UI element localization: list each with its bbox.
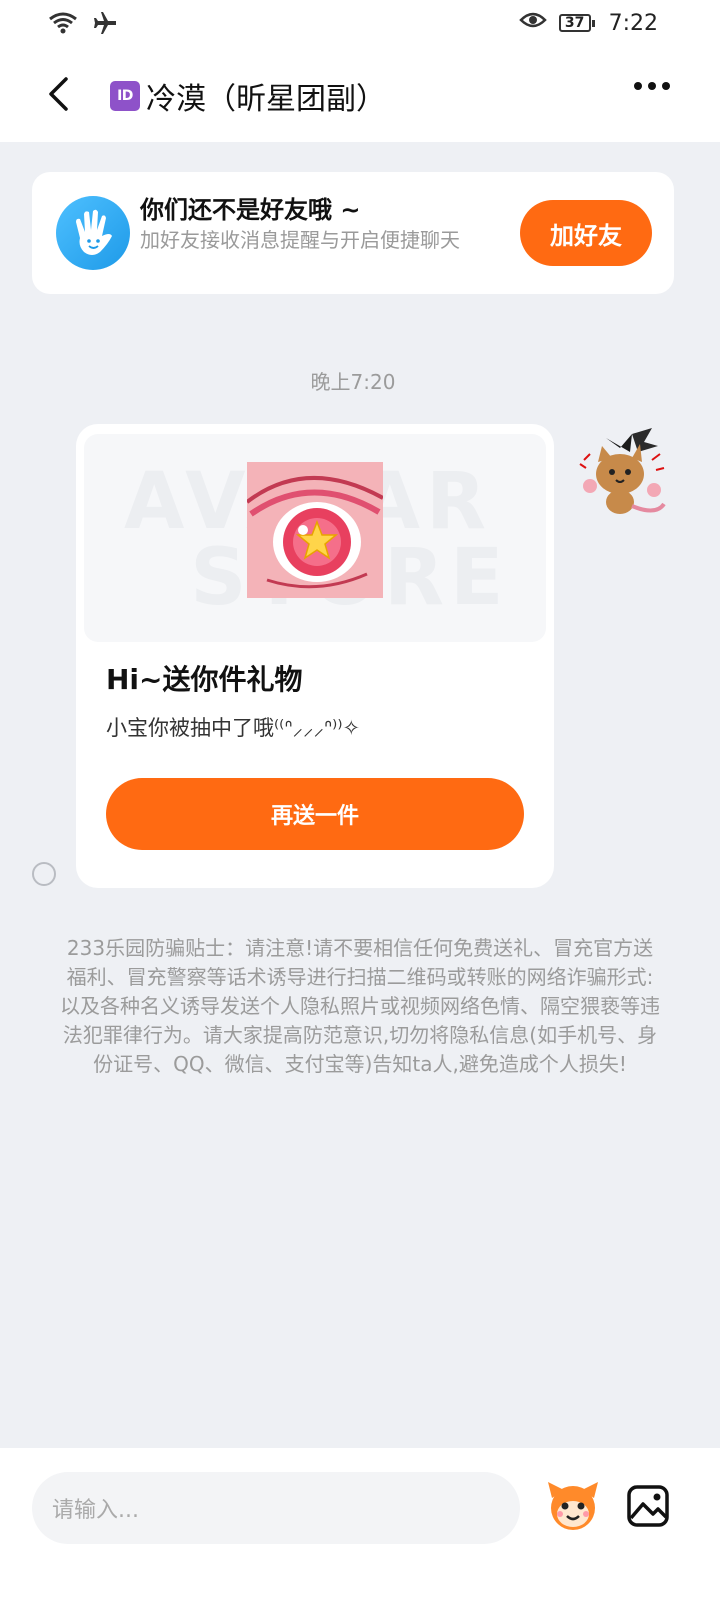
image-icon[interactable] (626, 1484, 670, 1528)
eye-icon (518, 10, 547, 36)
wifi-icon (48, 11, 78, 39)
id-badge: ID (110, 81, 140, 111)
clock: 7:22 (608, 10, 658, 36)
hand-wave-icon (56, 196, 130, 270)
more-dot (648, 82, 656, 90)
gift-preview[interactable]: AVATAR STORE (84, 434, 546, 642)
back-button[interactable] (38, 70, 78, 118)
status-left (48, 10, 118, 40)
more-dot (662, 82, 670, 90)
chevron-left-icon (49, 77, 68, 111)
message-timestamp: 晚上7:20 (310, 370, 396, 394)
banner-title: 你们还不是好友哦 ~ (140, 196, 361, 224)
status-bar: 37 7:22 (0, 0, 720, 48)
anti-fraud-notice: 233乐园防骗贴士：请注意!请不要相信任何免费送礼、冒充官方送福利、冒充警察等话… (60, 936, 660, 1076)
message-select-radio[interactable] (32, 862, 56, 886)
anime-eye-image (247, 462, 383, 598)
banner-subtitle: 加好友接收消息提醒与开启便捷聊天 (140, 228, 460, 252)
gift-title: Hi~送你件礼物 (106, 663, 303, 696)
friend-request-banner: 你们还不是好友哦 ~ 加好友接收消息提醒与开启便捷聊天 加好友 (32, 172, 674, 294)
more-button[interactable] (634, 82, 670, 90)
gift-message-card[interactable]: AVATAR STORE Hi~送你件礼物 小宝你被抽中了哦⁽⁽ᐢ⸝⸝⸝ᐢ⁾⁾✧… (76, 424, 554, 888)
mascot-emoji-icon[interactable] (544, 1476, 602, 1534)
send-another-button[interactable]: 再送一件 (106, 778, 524, 850)
gift-description: 小宝你被抽中了哦⁽⁽ᐢ⸝⸝⸝ᐢ⁾⁾✧ (106, 716, 361, 740)
sender-avatar-sticker[interactable] (576, 424, 670, 524)
more-dots-icon (634, 82, 642, 90)
contact-name: 冷漠（昕星团副） (146, 82, 386, 117)
chat-title: ID 冷漠（昕星团副） (110, 74, 386, 118)
chat-header: ID 冷漠（昕星团副） (0, 48, 720, 142)
airplane-icon (92, 10, 118, 40)
composer-bar: 请输入... (0, 1448, 720, 1600)
message-input[interactable]: 请输入... (32, 1472, 520, 1544)
add-friend-button[interactable]: 加好友 (520, 200, 652, 266)
battery-icon: 37 (558, 14, 595, 32)
status-right: 37 7:22 (518, 10, 658, 36)
